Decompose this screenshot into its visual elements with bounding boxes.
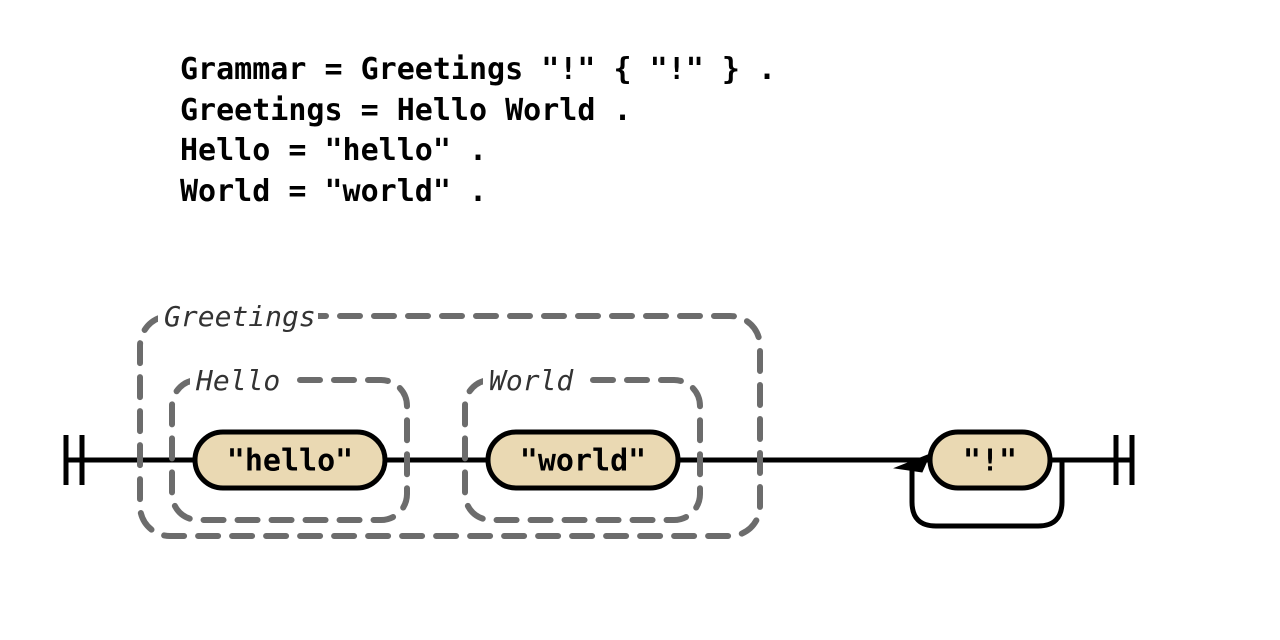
group-hello-label: Hello bbox=[195, 364, 280, 397]
node-hello-token: "hello" bbox=[195, 432, 385, 488]
node-bang-token: "!" bbox=[930, 432, 1050, 488]
node-bang-token-label: "!" bbox=[963, 444, 1017, 479]
group-greetings-label: Greetings bbox=[164, 300, 316, 333]
figure-root: Grammar = Greetings "!" { "!" } . Greeti… bbox=[0, 0, 1280, 640]
railroad-diagram: Greetings Hello World "hello" "world" "!… bbox=[0, 0, 1280, 640]
group-greetings: Greetings bbox=[140, 298, 760, 536]
node-world-token-label: "world" bbox=[520, 444, 646, 479]
node-hello-token-label: "hello" bbox=[227, 444, 353, 479]
node-world-token: "world" bbox=[488, 432, 678, 488]
group-world-label: World bbox=[489, 364, 574, 397]
